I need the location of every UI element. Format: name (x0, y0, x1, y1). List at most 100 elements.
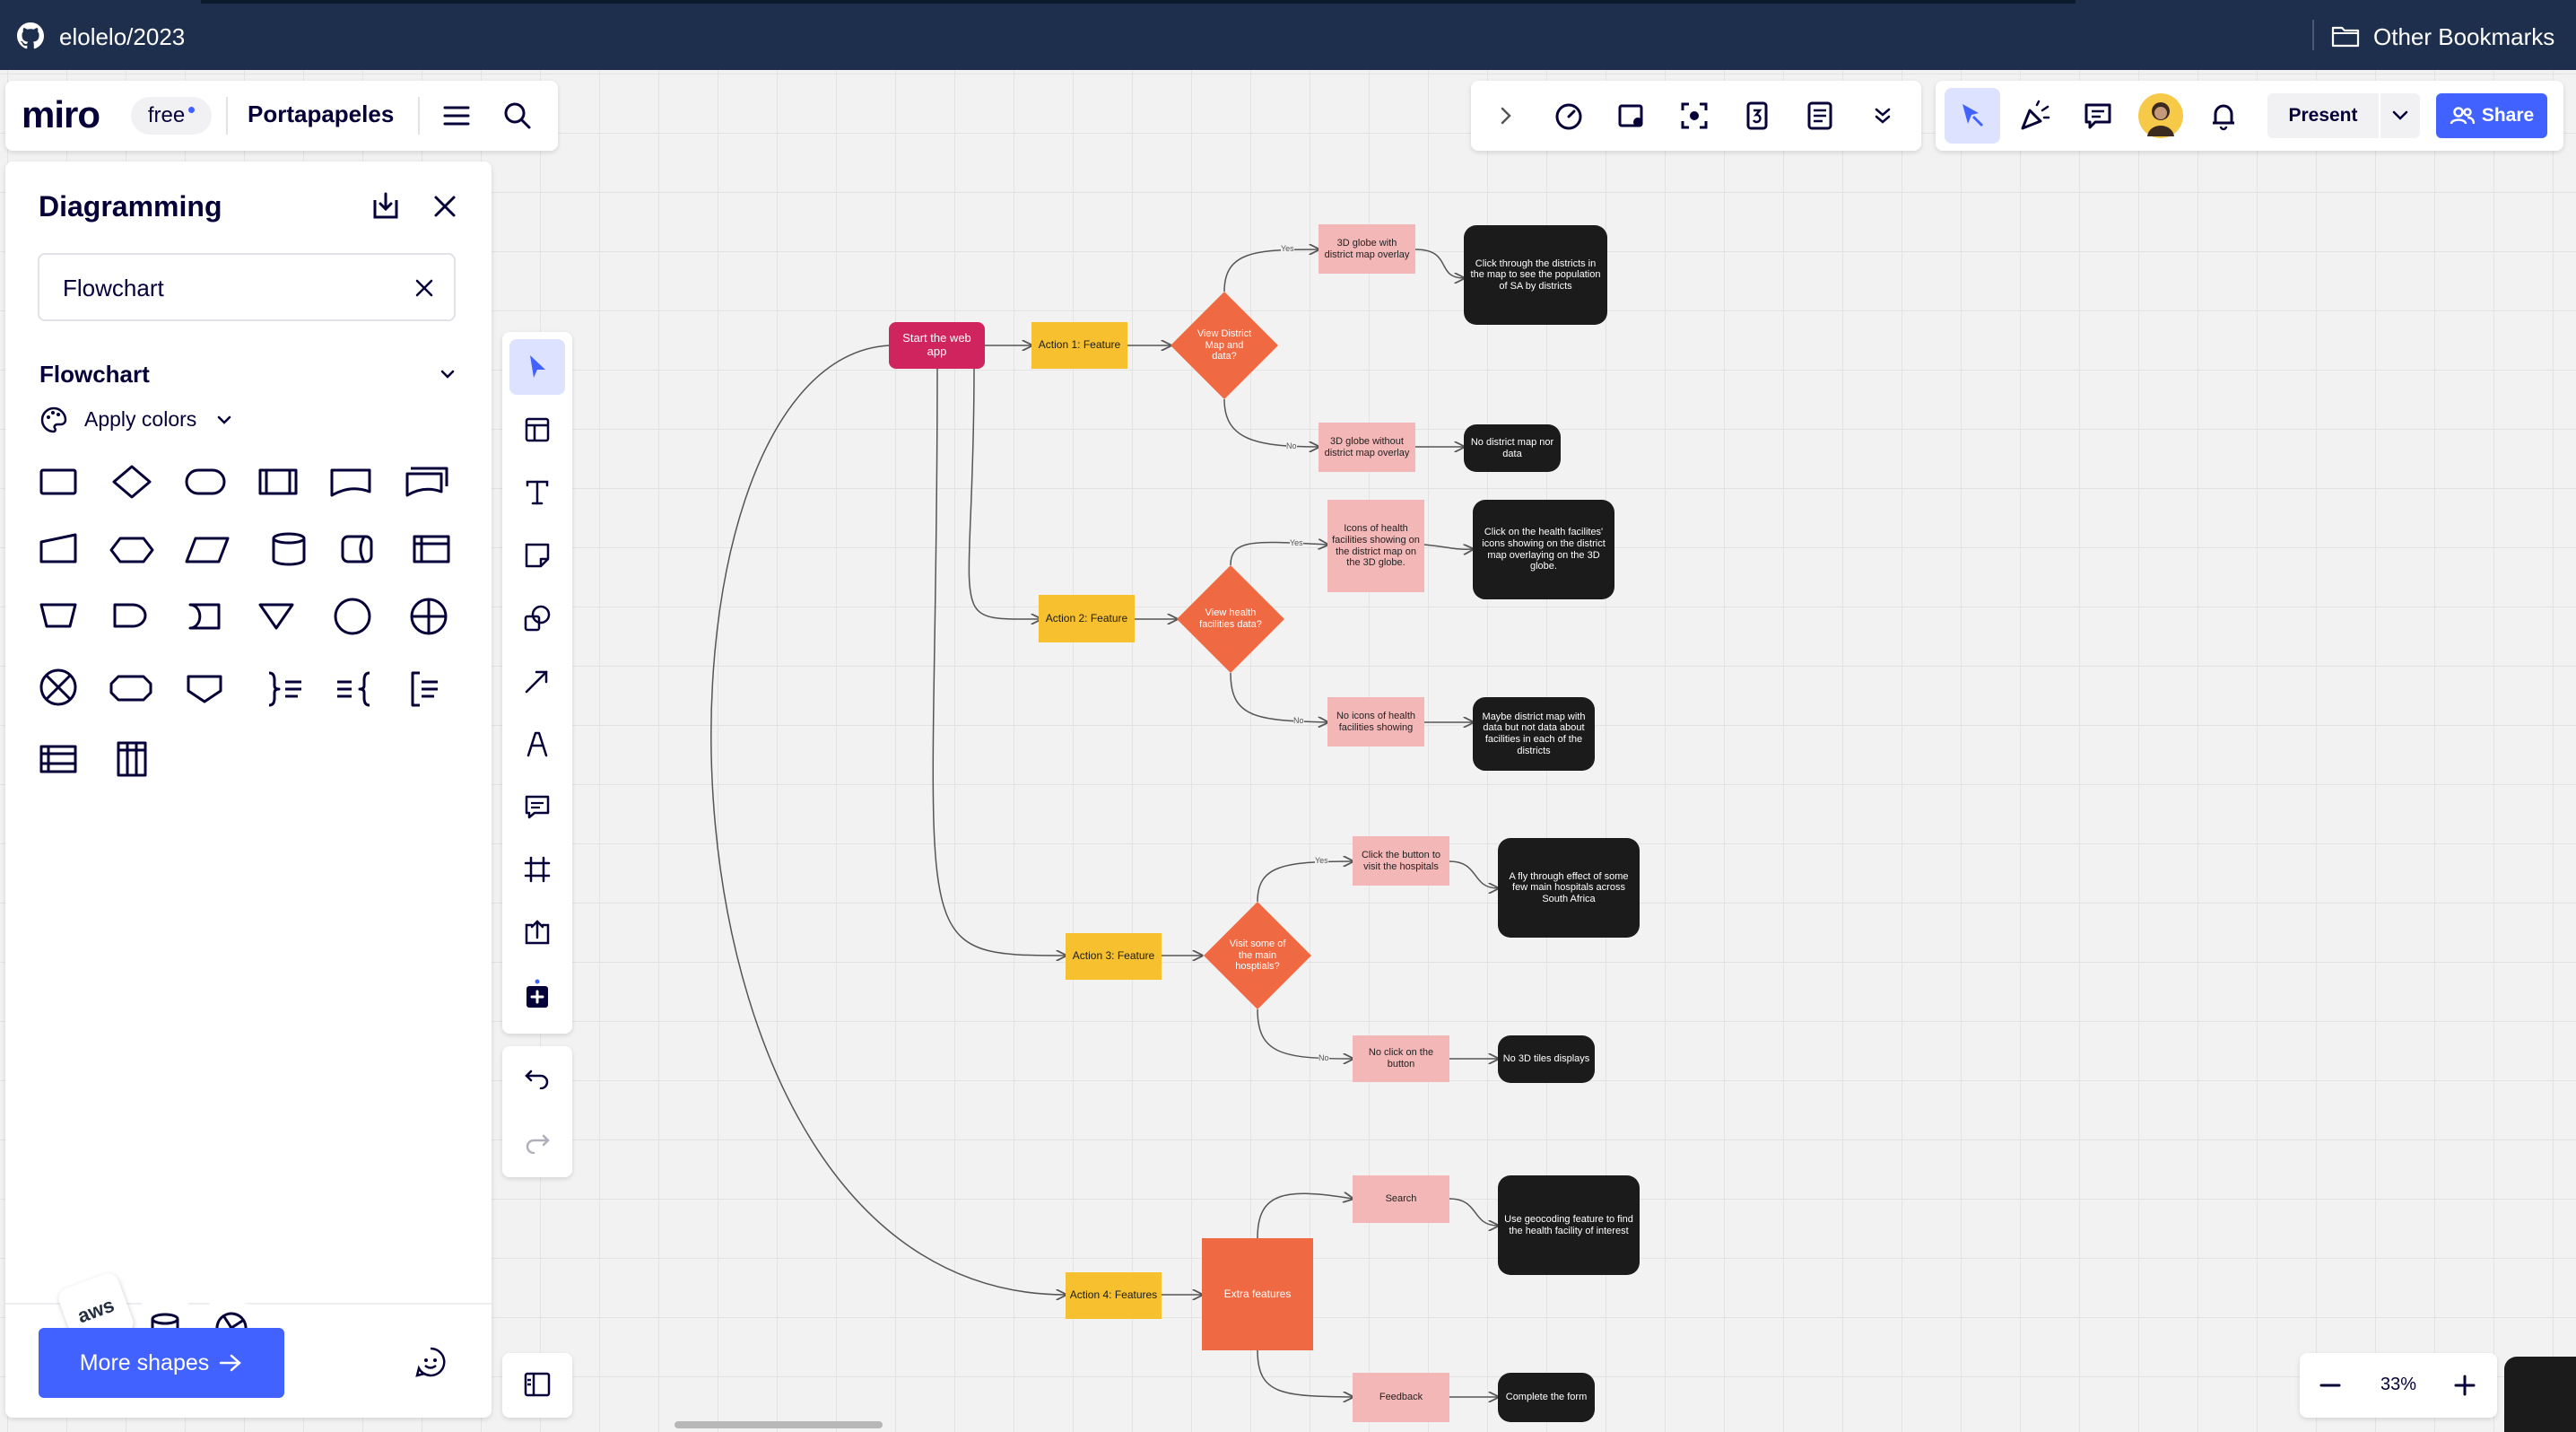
result-node[interactable]: Click the button to visit the hospitals (1353, 836, 1449, 886)
action-2-node[interactable]: Action 2: Feature (1039, 595, 1135, 642)
notifications-bell-icon[interactable] (2205, 97, 2242, 135)
clear-search-icon[interactable] (409, 273, 439, 303)
document-shape (330, 468, 371, 497)
redo-icon[interactable] (518, 1123, 556, 1161)
horizontal-scrollbar[interactable] (674, 1421, 883, 1428)
avatar[interactable] (2138, 93, 2183, 138)
swimlane-vertical-shape (117, 741, 147, 777)
chevron-down-icon[interactable] (434, 361, 461, 388)
decision-1-label[interactable]: View District Map and data? (1193, 314, 1256, 377)
users-icon (2450, 106, 2475, 126)
menu-icon[interactable] (439, 99, 474, 133)
reactions-icon[interactable] (2016, 97, 2054, 135)
manual-input-shape (39, 533, 77, 563)
text-icon[interactable] (518, 474, 556, 511)
board-name[interactable]: Portapapeles (248, 100, 394, 128)
upload-icon[interactable] (518, 913, 556, 951)
direct-data-shape (341, 535, 373, 563)
minimap-button[interactable] (2504, 1357, 2576, 1432)
double-chevron-down-icon[interactable] (1864, 97, 1902, 135)
close-icon[interactable] (427, 188, 463, 224)
swimlane-horizontal-shape (39, 745, 77, 773)
result-node[interactable]: 3D globe without district map overlay (1318, 423, 1415, 472)
zoom-out-icon[interactable] (2312, 1367, 2348, 1403)
summing-junction-shape (39, 668, 77, 706)
cursor-select-icon[interactable] (1945, 88, 2000, 144)
present-button[interactable]: Present (2267, 93, 2379, 138)
action-1-node[interactable]: Action 1: Feature (1031, 322, 1127, 369)
search-icon[interactable] (500, 99, 535, 133)
search-value: Flowchart (63, 275, 164, 301)
decision-3-label[interactable]: Visit some of the main hosptials? (1226, 924, 1289, 987)
comment-icon[interactable] (2079, 97, 2117, 135)
outcome-node[interactable]: Click through the districts in the map t… (1464, 225, 1607, 325)
section-flowchart[interactable]: Flowchart (39, 361, 150, 389)
feedback-smiley-icon[interactable] (411, 1342, 450, 1382)
decision-shape (112, 465, 152, 499)
save-panel-icon[interactable] (368, 188, 404, 224)
outcome-node[interactable]: No district map nor data (1464, 424, 1561, 472)
outcome-node[interactable]: Click on the health facilites' icons sho… (1473, 500, 1614, 599)
palette-icon (38, 404, 70, 436)
outcome-node[interactable]: A fly through effect of some few main ho… (1498, 838, 1640, 938)
connection-line-icon[interactable] (518, 662, 556, 700)
undo-icon[interactable] (518, 1059, 556, 1096)
board-tools (1471, 81, 1921, 151)
result-node[interactable]: No click on the button (1353, 1035, 1449, 1082)
result-node[interactable]: Icons of health facilities showing on th… (1327, 500, 1424, 592)
apply-colors-button[interactable]: Apply colors (84, 407, 196, 432)
timer-icon[interactable] (1550, 97, 1588, 135)
action-4-node[interactable]: Action 4: Features (1066, 1272, 1162, 1319)
outcome-node[interactable]: No 3D tiles displays (1498, 1035, 1595, 1083)
notes-icon[interactable] (1801, 97, 1839, 135)
action-3-node[interactable]: Action 3: Feature (1066, 933, 1162, 980)
add-apps-icon[interactable] (518, 976, 556, 1014)
vote-icon[interactable] (1738, 97, 1776, 135)
flowchart-shapes-grid[interactable] (32, 458, 481, 799)
shapes-icon[interactable] (518, 599, 556, 637)
result-node[interactable]: Feedback (1353, 1373, 1449, 1422)
result-node[interactable]: No icons of health facilities showing (1327, 697, 1424, 747)
manual-operation-shape (39, 603, 77, 628)
result-node[interactable]: Search (1353, 1175, 1449, 1223)
outcome-node[interactable]: Complete the form (1498, 1373, 1595, 1422)
frames-icon[interactable] (1613, 97, 1650, 135)
board-header: miro free Portapapeles (5, 81, 558, 151)
outcome-node[interactable]: Use geocoding feature to find the health… (1498, 1175, 1640, 1275)
select-cursor-icon[interactable] (509, 339, 565, 395)
process-shape (39, 468, 77, 495)
edge-label-no: No (1286, 441, 1297, 450)
panel-toggle[interactable] (502, 1353, 572, 1418)
miro-logo[interactable]: miro (22, 93, 100, 136)
plan-badge-label: free (147, 103, 186, 127)
share-button[interactable]: Share (2436, 93, 2547, 138)
zoom-in-icon[interactable] (2447, 1367, 2483, 1403)
decision-2-label[interactable]: View health facilities data? (1199, 588, 1262, 651)
diagramming-panel: Diagramming Flowchart Flowchart Apply co… (5, 162, 492, 1418)
terminator-shape (185, 468, 226, 495)
start-node[interactable]: Start the web app (889, 322, 985, 369)
frame-icon[interactable] (518, 851, 556, 888)
sticky-note-icon[interactable] (518, 537, 556, 574)
comment-icon[interactable] (518, 788, 556, 825)
creation-toolbar (502, 332, 572, 1034)
more-shapes-label: More shapes (79, 1349, 210, 1375)
or-shape (410, 598, 448, 635)
result-node[interactable]: 3D globe with district map overlay (1318, 224, 1415, 274)
chevron-right-icon[interactable] (1489, 99, 1523, 133)
more-shapes-button[interactable]: More shapes (39, 1328, 284, 1398)
focus-icon[interactable] (1675, 97, 1713, 135)
templates-icon[interactable] (518, 411, 556, 449)
zoom-level[interactable]: 33% (2366, 1375, 2431, 1395)
shape-search-input[interactable]: Flowchart (38, 253, 456, 321)
chevron-down-icon[interactable] (2380, 93, 2420, 138)
edge-label-yes: Yes (1290, 538, 1303, 547)
extra-features-node[interactable]: Extra features (1202, 1238, 1313, 1350)
plan-badge[interactable]: free (131, 97, 212, 135)
pen-icon[interactable] (518, 725, 556, 763)
share-label: Share (2481, 105, 2535, 126)
outcome-node[interactable]: Maybe district map with data but not dat… (1473, 697, 1595, 771)
chevron-down-icon[interactable] (213, 409, 235, 431)
data-shape (185, 537, 230, 563)
merge-shape (258, 603, 294, 630)
